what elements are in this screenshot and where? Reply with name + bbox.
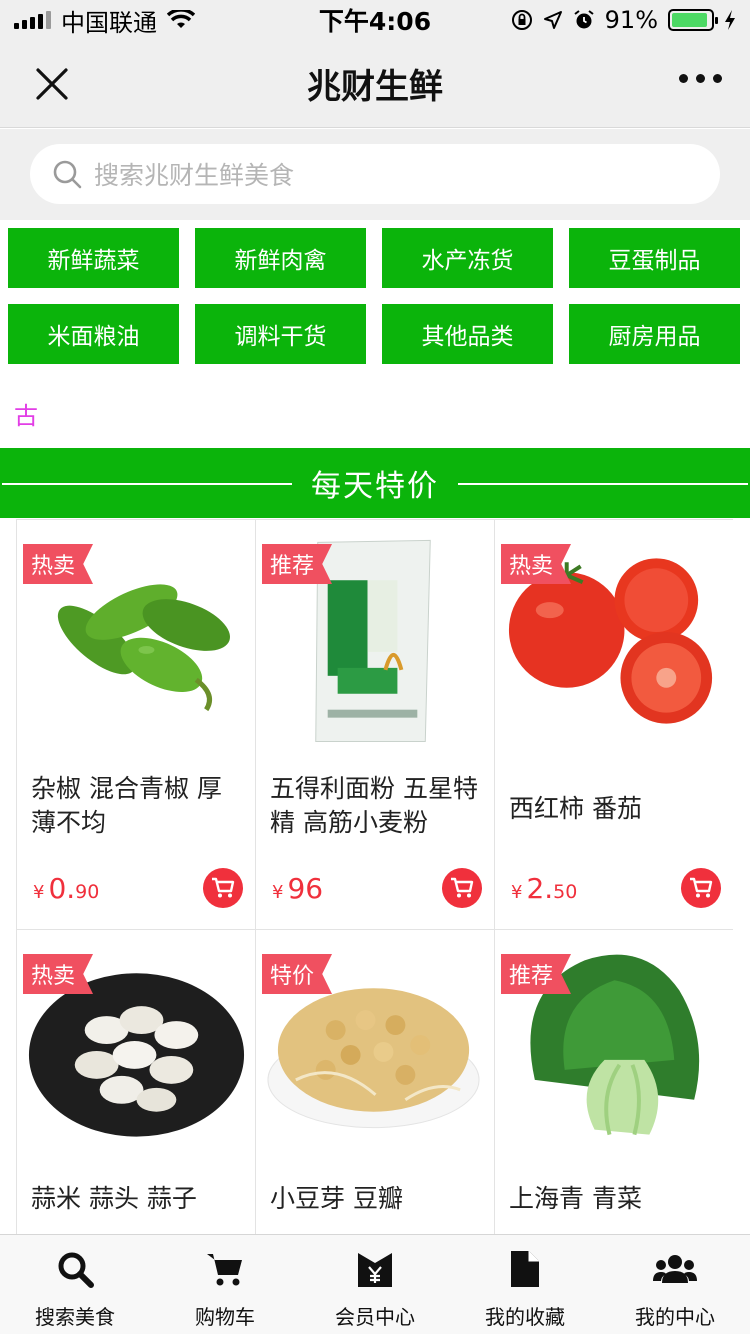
product-name: 小豆芽 豆瓣 <box>270 1184 403 1213</box>
signal-icon <box>14 11 51 29</box>
product-badge: 热卖 <box>23 954 94 994</box>
product-name: 五得利面粉 五星特精 高筋小麦粉 <box>270 774 478 837</box>
add-to-cart-button[interactable] <box>442 868 482 908</box>
divider <box>458 483 748 485</box>
more-icon[interactable] <box>679 74 722 83</box>
category-grid: 新鲜蔬菜 新鲜肉禽 水产冻货 豆蛋制品 米面粮油 调料干货 其他品类 厨房用品 <box>8 228 742 364</box>
product-badge: 热卖 <box>501 544 572 584</box>
battery-icon <box>668 9 718 31</box>
product-card[interactable]: 推荐 上海青 青菜 <box>494 929 733 1234</box>
product-price: ¥ 2. 50 <box>511 872 577 905</box>
cart-icon <box>690 877 713 898</box>
category-button[interactable]: 米面粮油 <box>8 304 179 364</box>
search-area: 搜索兆财生鲜美食 <box>0 129 750 220</box>
price-integer: 96 <box>287 872 324 905</box>
category-button[interactable]: 新鲜肉禽 <box>195 228 366 288</box>
category-button[interactable]: 调料干货 <box>195 304 366 364</box>
add-to-cart-button[interactable] <box>203 868 243 908</box>
category-button[interactable]: 厨房用品 <box>569 304 740 364</box>
nav-bar: 兆财生鲜 <box>0 40 750 128</box>
product-name: 上海青 青菜 <box>509 1184 642 1213</box>
category-button[interactable]: 豆蛋制品 <box>569 228 740 288</box>
document-icon <box>503 1247 547 1291</box>
product-price: ¥ 0. 90 <box>33 872 99 905</box>
category-button[interactable]: 其他品类 <box>382 304 553 364</box>
tab-cart[interactable]: 购物车 <box>150 1235 300 1334</box>
close-icon[interactable] <box>30 62 74 106</box>
tab-label: 搜索美食 <box>35 1305 115 1329</box>
price-integer: 2. <box>526 872 554 905</box>
product-price: ¥ 96 <box>272 872 323 905</box>
product-card[interactable]: 推荐 五得利面粉 五星特精 高筋小麦粉 ¥ 96 <box>255 519 495 930</box>
status-bar: 中国联通 下午4:06 91% <box>0 0 750 40</box>
cart-icon <box>451 877 474 898</box>
cart-icon <box>212 877 235 898</box>
price-integer: 0. <box>48 872 76 905</box>
battery-percent: 91% <box>604 6 658 34</box>
section-title: 每天特价 <box>311 469 439 504</box>
price-decimal: 50 <box>553 881 578 903</box>
bottom-tab-bar: 搜索美食 购物车 会员中心 我的收藏 我的中心 <box>0 1234 750 1334</box>
product-badge: 推荐 <box>262 544 333 584</box>
product-card[interactable]: 热卖 蒜米 蒜头 蒜子 <box>16 929 256 1234</box>
product-card[interactable]: 热卖 杂椒 混合青椒 厚薄不均 ¥ 0. 90 <box>16 519 256 930</box>
product-name: 蒜米 蒜头 蒜子 <box>31 1184 197 1213</box>
add-to-cart-button[interactable] <box>681 868 721 908</box>
tab-favorites[interactable]: 我的收藏 <box>450 1235 600 1334</box>
tab-my-center[interactable]: 我的中心 <box>600 1235 750 1334</box>
tab-search[interactable]: 搜索美食 <box>0 1235 150 1334</box>
product-card[interactable]: 热卖 西红柿 番茄 ¥ 2. 50 <box>494 519 733 930</box>
tab-label: 我的收藏 <box>485 1305 565 1329</box>
users-icon <box>653 1247 697 1291</box>
charging-icon <box>725 10 735 30</box>
product-badge: 特价 <box>262 954 333 994</box>
category-button[interactable]: 新鲜蔬菜 <box>8 228 179 288</box>
product-badge: 推荐 <box>501 954 572 994</box>
price-decimal: 90 <box>75 881 100 903</box>
rotation-lock-icon <box>511 10 532 30</box>
product-card[interactable]: 特价 小豆芽 豆瓣 <box>255 929 495 1234</box>
wifi-icon <box>167 10 195 28</box>
wallet-yen-icon <box>353 1247 397 1291</box>
section-banner: 每天特价 <box>0 448 750 518</box>
carrier-label: 中国联通 <box>61 8 157 37</box>
divider <box>2 483 292 485</box>
search-icon <box>53 160 82 189</box>
currency-symbol: ¥ <box>511 882 523 903</box>
location-icon <box>543 11 562 29</box>
tab-member-center[interactable]: 会员中心 <box>300 1235 450 1334</box>
product-name: 西红柿 番茄 <box>509 794 642 823</box>
currency-symbol: ¥ <box>33 882 45 903</box>
category-button[interactable]: 水产冻货 <box>382 228 553 288</box>
search-input[interactable]: 搜索兆财生鲜美食 <box>30 144 720 204</box>
product-name: 杂椒 混合青椒 厚薄不均 <box>31 774 222 837</box>
search-icon <box>53 1247 97 1291</box>
tab-label: 购物车 <box>195 1305 255 1329</box>
search-placeholder: 搜索兆财生鲜美食 <box>94 161 295 190</box>
page-title: 兆财生鲜 <box>307 67 443 107</box>
tab-label: 会员中心 <box>335 1305 415 1329</box>
alarm-icon <box>574 10 594 29</box>
product-badge: 热卖 <box>23 544 94 584</box>
tab-label: 我的中心 <box>635 1305 715 1329</box>
currency-symbol: ¥ <box>272 882 284 903</box>
notice-marquee[interactable]: 古 <box>14 396 38 431</box>
product-grid: 热卖 杂椒 混合青椒 厚薄不均 ¥ 0. 90 推荐 五得利面粉 五星特精 高筋… <box>16 519 733 1234</box>
cart-icon <box>203 1247 247 1291</box>
